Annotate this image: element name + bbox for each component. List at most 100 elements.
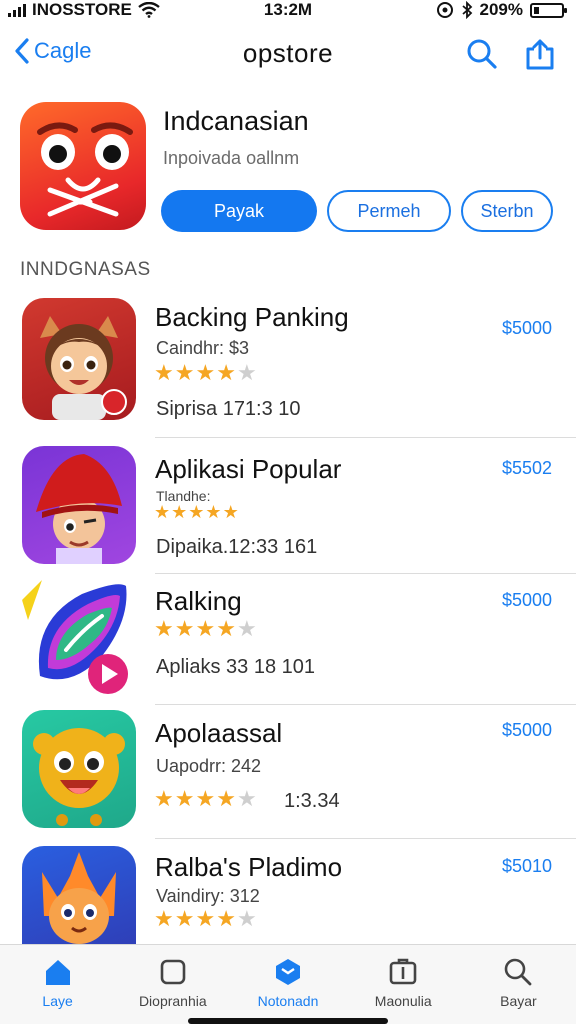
home-icon: [45, 960, 70, 985]
row-divider: [155, 838, 576, 839]
star-icon: ★: [171, 502, 189, 522]
tab-home[interactable]: Laye: [0, 945, 115, 1024]
app-detail: 1:3.34: [284, 790, 340, 812]
more-button[interactable]: Sterbn: [461, 190, 553, 232]
star-icon: ★: [216, 360, 237, 385]
price-button[interactable]: $5502: [502, 458, 552, 479]
app-developer: Uapodrr: 242: [156, 756, 262, 776]
status-right: 209%: [436, 0, 567, 20]
star-icon: ★: [236, 906, 258, 931]
search-icon: [505, 958, 532, 986]
apps-box-icon: [389, 958, 417, 985]
app-name: Backing Panking: [155, 302, 349, 332]
star-icon: ★: [205, 502, 223, 522]
star-icon: ★: [236, 786, 258, 811]
mascot-face-icon: [37, 122, 133, 217]
list-item[interactable]: Apolaassal Uapodrr: 242 ★★★★★ 1:3.34 $50…: [0, 710, 576, 840]
app-name: Apolaassal: [155, 718, 283, 748]
star-icon: ★: [216, 786, 237, 811]
tab-fourth[interactable]: Maonulia: [346, 945, 461, 1024]
tab-label: Laye: [42, 993, 73, 1009]
row-divider: [155, 437, 576, 438]
tab-search[interactable]: Bayar: [461, 945, 576, 1024]
tab-label: Maonulia: [374, 993, 432, 1009]
status-bar: INOSSTORE 13:2M 209%: [0, 0, 576, 22]
app-name: Aplikasi Popular: [155, 454, 342, 484]
rating-stars: ★★★★★: [154, 502, 240, 523]
price-button[interactable]: $5010: [502, 856, 552, 877]
app-developer: Vaindiry: 312: [156, 886, 260, 906]
battery-percent: 209%: [479, 0, 523, 19]
share-button[interactable]: [524, 38, 556, 70]
featured-app-icon[interactable]: [20, 102, 146, 230]
list-item[interactable]: Ralba's Pladimo Vaindiry: 312 ★★★★★ $501…: [0, 846, 576, 946]
list-item[interactable]: Aplikasi Popular Tlandhe: ★★★★★ Dipaika.…: [0, 446, 576, 574]
app-detail: Dipaika.12:33 161: [156, 536, 318, 558]
list-item[interactable]: Backing Panking Caindhr: $3 ★★★★★ Sipris…: [0, 296, 576, 438]
price-button[interactable]: $5000: [502, 318, 552, 339]
price-button[interactable]: $5000: [502, 590, 552, 611]
star-icon: ★: [236, 360, 258, 385]
character-lion-icon: [22, 710, 136, 828]
star-icon: ★: [154, 502, 172, 522]
rating-stars: ★★★★★: [154, 616, 258, 642]
search-icon: [467, 39, 497, 69]
character-fox-icon: [22, 846, 136, 944]
navigation-bar: Cagle opstore: [0, 30, 576, 82]
section-heading: INNDGNASAS: [20, 259, 151, 280]
star-icon: ★: [188, 502, 206, 522]
star-icon: ★: [174, 906, 196, 931]
star-icon: ★: [216, 616, 237, 641]
app-name: Ralking: [155, 586, 242, 616]
preview-button[interactable]: Permeh: [327, 190, 451, 232]
featured-app-name: Indcanasian: [163, 106, 309, 136]
star-icon: ★: [174, 616, 196, 641]
share-icon: [526, 39, 554, 70]
row-divider: [155, 704, 576, 705]
tab-second[interactable]: Diopranhia: [115, 945, 230, 1024]
square-icon: [160, 959, 186, 985]
tab-label: Diopranhia: [138, 993, 207, 1009]
leaf-play-icon: [22, 580, 136, 696]
featured-app-actions: Payak Permeh Sterbn: [161, 190, 553, 232]
rating-stars: ★★★★★: [154, 906, 258, 932]
rating-stars: ★★★★★: [154, 786, 258, 812]
star-icon: ★: [195, 906, 217, 931]
location-lock-icon: [436, 2, 453, 18]
battery-icon: [530, 2, 567, 18]
star-icon: ★: [216, 906, 237, 931]
star-icon: ★: [236, 616, 258, 641]
nav-actions: [466, 38, 556, 70]
tab-bar: Laye Diopranhia Notonadn Maonulia Bayar: [0, 944, 576, 1024]
star-icon: ★: [154, 616, 175, 641]
home-indicator: [188, 1018, 388, 1024]
get-button[interactable]: Payak: [161, 190, 317, 232]
star-icon: ★: [174, 360, 196, 385]
star-icon: ★: [195, 786, 217, 811]
star-icon: ★: [174, 786, 196, 811]
star-icon: ★: [195, 616, 217, 641]
app-detail: Siprisa 171:3 10: [156, 398, 301, 420]
star-icon: ★: [154, 786, 175, 811]
app-developer: Caindhr: $3: [156, 338, 250, 358]
app-detail: Apliaks 33 18 101: [156, 656, 316, 678]
character-red-hat-icon: [22, 446, 136, 564]
character-girl-icon: [22, 298, 136, 420]
rating-stars: ★★★★★: [154, 360, 258, 386]
app-name: Ralba's Pladimo: [155, 852, 343, 882]
search-button[interactable]: [466, 38, 498, 70]
star-icon: ★: [222, 502, 240, 522]
list-item[interactable]: Ralking ★★★★★ Apliaks 33 18 101 $5000: [0, 580, 576, 706]
star-icon: ★: [154, 906, 175, 931]
star-icon: ★: [195, 360, 217, 385]
bluetooth-icon: [461, 1, 472, 19]
tab-label: Notonadn: [257, 993, 319, 1009]
featured-app: Indcanasian Inpoivada oallnm Payak Perme…: [20, 102, 560, 237]
layers-icon: [276, 959, 300, 985]
featured-app-subtitle: Inpoivada oallnm: [163, 148, 300, 168]
price-button[interactable]: $5000: [502, 720, 552, 741]
tab-label: Bayar: [500, 993, 537, 1009]
tab-third[interactable]: Notonadn: [230, 945, 345, 1024]
star-icon: ★: [154, 360, 175, 385]
row-divider: [155, 573, 576, 574]
